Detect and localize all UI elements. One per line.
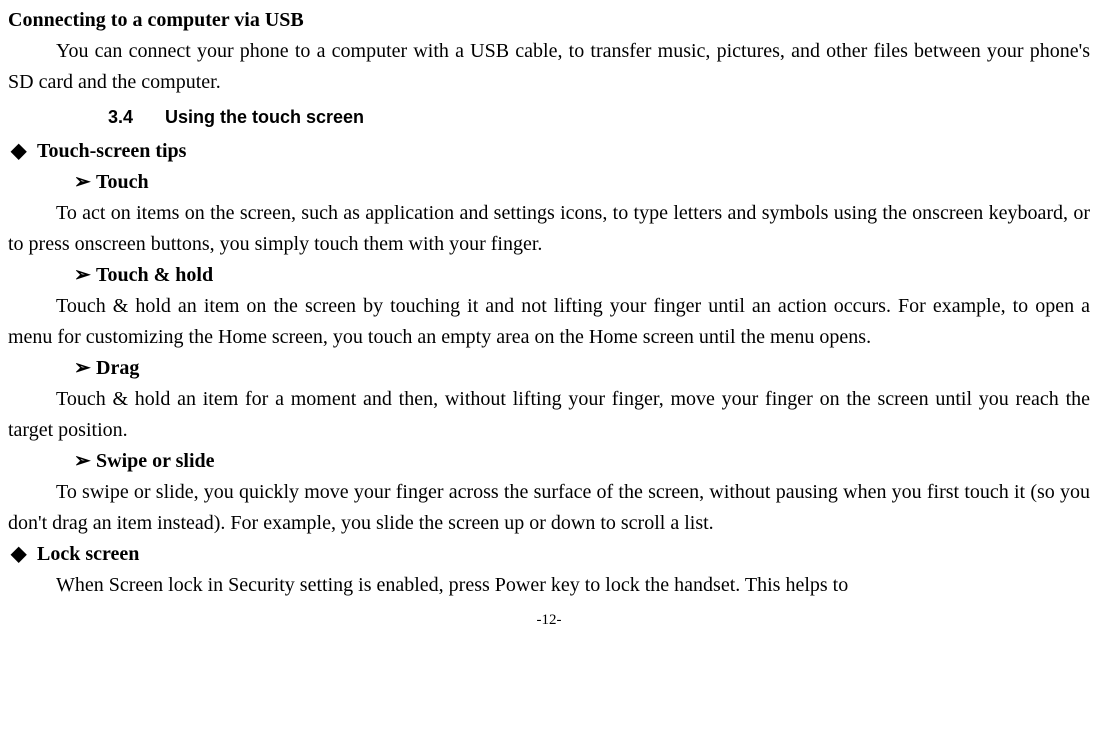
paragraph-drag: Touch & hold an item for a moment and th… [8,384,1090,446]
subitem-touch: ➢Touch [8,167,1090,198]
section-number: 3.4 [108,104,160,132]
page-number: -12- [8,609,1090,632]
subitem-label: Swipe or slide [96,450,215,472]
bullet-lock-screen: ◆Lock screen [8,539,1090,570]
paragraph-usb: You can connect your phone to a computer… [8,36,1090,98]
subitem-drag: ➢Drag [8,353,1090,384]
paragraph-touch: To act on items on the screen, such as a… [8,198,1090,260]
diamond-icon: ◆ [11,136,37,167]
heading-connecting-usb: Connecting to a computer via USB [8,5,1090,36]
arrow-icon: ➢ [74,353,96,384]
paragraph-lock: When Screen lock in Security setting is … [8,570,1090,601]
bullet-label: Lock screen [37,543,139,565]
diamond-icon: ◆ [11,539,37,570]
subitem-label: Drag [96,357,139,379]
bullet-label: Touch-screen tips [37,140,186,162]
section-heading: 3.4 Using the touch screen [8,104,1090,132]
subitem-touch-hold: ➢Touch & hold [8,260,1090,291]
arrow-icon: ➢ [74,260,96,291]
section-title: Using the touch screen [165,107,364,127]
bullet-touchscreen-tips: ◆Touch-screen tips [8,136,1090,167]
subitem-swipe: ➢Swipe or slide [8,446,1090,477]
subitem-label: Touch [96,171,149,193]
paragraph-touch-hold: Touch & hold an item on the screen by to… [8,291,1090,353]
arrow-icon: ➢ [74,446,96,477]
subitem-label: Touch & hold [96,264,213,286]
paragraph-swipe: To swipe or slide, you quickly move your… [8,477,1090,539]
arrow-icon: ➢ [74,167,96,198]
